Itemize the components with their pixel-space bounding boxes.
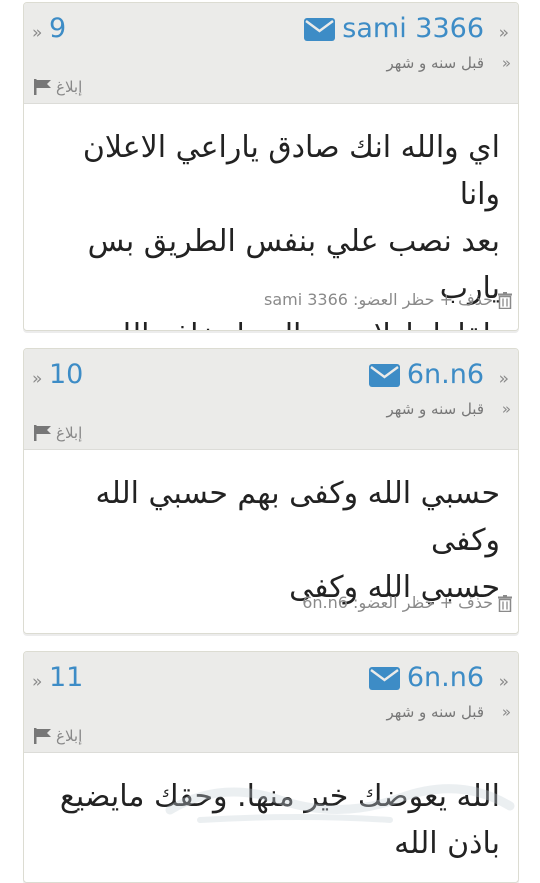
report-link[interactable]: إبلاغ (34, 77, 82, 97)
trash-icon[interactable] (498, 594, 512, 612)
envelope-icon[interactable] (304, 17, 336, 41)
comment-text-line: اي والله انك صادق ياراعي الاعلان وانا (82, 130, 500, 212)
guillemet-icon: » (501, 54, 511, 72)
flag-icon[interactable] (34, 79, 53, 95)
delete-ban-label[interactable]: sami 3366 :حذف + حظر العضو (264, 290, 493, 310)
comment-text: الله يعوضك خير منها. وحقك مايضيع باذن ال… (24, 753, 518, 867)
comment-text-line: الله يعوضك خير منها. وحقك مايضيع (59, 779, 500, 814)
comment-text-line: حسبي الله وكفى بهم حسبي الله وكفى (95, 476, 501, 558)
guillemet-icon: » (32, 23, 43, 43)
report-link[interactable]: إبلاغ (34, 423, 82, 443)
report-label[interactable]: إبلاغ (56, 726, 82, 746)
comment-text: حسبي الله وكفى بهم حسبي الله وكفى حسبي ا… (24, 450, 518, 611)
username-text[interactable]: sami 3366 (342, 13, 484, 45)
comment-time: قبل سنه و شهر (386, 54, 485, 72)
username-text[interactable]: 6n.n6 (407, 662, 484, 694)
username-text[interactable]: 6n.n6 (407, 359, 484, 391)
guillemet-icon: » (32, 369, 43, 389)
comment-time: قبل سنه و شهر (386, 400, 485, 418)
guillemet-icon: » (498, 369, 509, 389)
guillemet-icon: » (498, 23, 509, 43)
comment-text-line: يلقاها باولاده رجال ما يخاف الله (42, 312, 500, 330)
flag-icon[interactable] (34, 425, 53, 441)
comment-header: » sami 3366 » 9 » قبل سنه و شهر إبلاغ (24, 3, 518, 104)
comment-header: » 6n.n6 » 10 » قبل سنه و شهر إبلاغ (24, 349, 518, 450)
comment-card: » 6n.n6 » 11 » قبل سنه و شهر إبلاغ الله … (23, 651, 519, 883)
trash-icon[interactable] (498, 291, 512, 309)
delete-ban-link[interactable]: 6n.n6 :حذف + حظر العضو (302, 593, 512, 613)
comment-time: قبل سنه و شهر (386, 703, 485, 721)
delete-ban-label[interactable]: 6n.n6 :حذف + حظر العضو (302, 593, 493, 613)
report-label[interactable]: إبلاغ (56, 77, 82, 97)
comment-number[interactable]: 11 (49, 662, 83, 694)
username-link[interactable]: sami 3366 (304, 13, 484, 45)
comment-body: الله يعوضك خير منها. وحقك مايضيع باذن ال… (24, 753, 518, 882)
envelope-icon[interactable] (368, 666, 400, 690)
guillemet-icon: » (501, 703, 511, 721)
comment-text-line: باذن الله (394, 826, 500, 861)
guillemet-icon: » (32, 672, 43, 692)
guillemet-icon: » (498, 672, 509, 692)
comment-body: حسبي الله وكفى بهم حسبي الله وكفى حسبي ا… (24, 450, 518, 633)
report-link[interactable]: إبلاغ (34, 726, 82, 746)
envelope-icon[interactable] (368, 363, 400, 387)
comment-number[interactable]: 9 (49, 13, 66, 45)
comment-card: » 6n.n6 » 10 » قبل سنه و شهر إبلاغ حسبي … (23, 348, 519, 634)
delete-ban-link[interactable]: sami 3366 :حذف + حظر العضو (264, 290, 512, 310)
comment-number[interactable]: 10 (49, 359, 83, 391)
report-label[interactable]: إبلاغ (56, 423, 82, 443)
username-link[interactable]: 6n.n6 (368, 359, 484, 391)
comment-header: » 6n.n6 » 11 » قبل سنه و شهر إبلاغ (24, 652, 518, 753)
comment-card: » sami 3366 » 9 » قبل سنه و شهر إبلاغ اي… (23, 2, 519, 331)
flag-icon[interactable] (34, 728, 53, 744)
username-link[interactable]: 6n.n6 (368, 662, 484, 694)
comment-body: اي والله انك صادق ياراعي الاعلان وانا بع… (24, 104, 518, 330)
guillemet-icon: » (501, 400, 511, 418)
